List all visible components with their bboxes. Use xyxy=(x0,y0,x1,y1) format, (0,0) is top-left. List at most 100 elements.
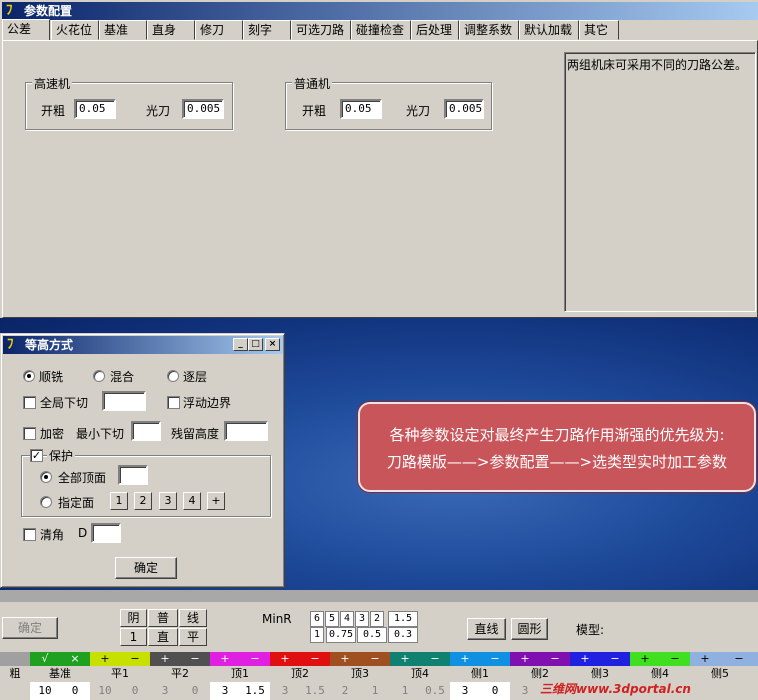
normal-finish-input[interactable]: 0.005 xyxy=(444,99,484,119)
high-speed-finish-input[interactable]: 0.005 xyxy=(182,99,224,119)
strip-minus-1[interactable]: − xyxy=(120,652,150,666)
global-cut-checkbox[interactable] xyxy=(23,396,36,409)
strip-minus-3[interactable]: − xyxy=(240,652,270,666)
strip-plus-6[interactable]: + xyxy=(390,652,420,666)
tab-default-load[interactable]: 默认加载 xyxy=(519,20,579,40)
dialog-ok-button[interactable]: 确定 xyxy=(115,557,177,579)
tab-straight[interactable]: 直身 xyxy=(147,20,195,40)
radio-climb[interactable] xyxy=(23,370,35,382)
mode-1-button[interactable]: 1 xyxy=(120,628,147,646)
radio-all-top[interactable] xyxy=(40,471,52,483)
value-cell[interactable]: 0.5 xyxy=(420,682,450,700)
strip-plus-9[interactable]: + xyxy=(570,652,600,666)
tab-engrave[interactable]: 刻字 xyxy=(243,20,291,40)
face-button-1[interactable]: 1 xyxy=(110,492,128,510)
strip-plus-7[interactable]: + xyxy=(450,652,480,666)
value-cell[interactable]: 3 xyxy=(510,682,540,700)
minr-1[interactable]: 1 xyxy=(310,627,324,643)
clear-corner-checkbox[interactable] xyxy=(23,528,36,541)
tab-collision-check[interactable]: 碰撞检查 xyxy=(351,20,411,40)
line-button[interactable]: 直线 xyxy=(467,618,506,640)
strip-plus-8[interactable]: + xyxy=(510,652,540,666)
radio-layer[interactable] xyxy=(167,370,179,382)
value-cell[interactable]: 0 xyxy=(60,682,90,700)
all-top-input[interactable] xyxy=(118,465,148,485)
mode-straight-button[interactable]: 直 xyxy=(148,628,178,646)
tab-tolerance[interactable]: 公差 xyxy=(2,19,50,41)
face-button-add[interactable]: + xyxy=(207,492,225,510)
circle-button[interactable]: 圆形 xyxy=(511,618,548,640)
face-button-3[interactable]: 3 xyxy=(159,492,177,510)
value-cell[interactable]: 0 xyxy=(480,682,510,700)
strip-plus-4[interactable]: + xyxy=(270,652,300,666)
min-cut-input[interactable] xyxy=(131,421,161,441)
strip-plus-2[interactable]: + xyxy=(150,652,180,666)
strip-cross-icon[interactable]: × xyxy=(60,652,90,666)
d-input[interactable] xyxy=(91,523,121,543)
value-cell[interactable]: 1.5 xyxy=(240,682,270,700)
minr-0-75[interactable]: 0.75 xyxy=(326,627,356,643)
strip-plus-11[interactable]: + xyxy=(690,652,720,666)
strip-minus-10[interactable]: − xyxy=(660,652,690,666)
strip-minus-8[interactable]: − xyxy=(540,652,570,666)
value-cell[interactable]: 1 xyxy=(360,682,390,700)
value-cell[interactable]: 10 xyxy=(90,682,120,700)
minr-1-5[interactable]: 1.5 xyxy=(388,611,418,627)
minr-6[interactable]: 6 xyxy=(310,611,324,627)
strip-minus-5[interactable]: − xyxy=(360,652,390,666)
tab-trim[interactable]: 修刀 xyxy=(195,20,243,40)
densify-checkbox[interactable] xyxy=(23,427,36,440)
bottom-ok-button[interactable]: 确定 xyxy=(2,617,58,639)
tab-datum[interactable]: 基准 xyxy=(99,20,147,40)
strip-minus-11[interactable]: − xyxy=(720,652,758,666)
value-cell[interactable]: 3 xyxy=(450,682,480,700)
value-cell[interactable]: 3 xyxy=(210,682,240,700)
strip-minus-2[interactable]: − xyxy=(180,652,210,666)
tab-post-process[interactable]: 后处理 xyxy=(411,20,459,40)
mode-line-button[interactable]: 线 xyxy=(179,609,207,627)
tab-spark-gap[interactable]: 火花位 xyxy=(51,20,99,40)
residual-input[interactable] xyxy=(224,421,268,441)
minr-0-3[interactable]: 0.3 xyxy=(388,627,418,643)
minr-5[interactable]: 5 xyxy=(325,611,339,627)
minimize-icon[interactable]: _ xyxy=(233,338,248,351)
value-cell[interactable]: 0 xyxy=(180,682,210,700)
normal-rough-input[interactable]: 0.05 xyxy=(340,99,382,119)
value-cell[interactable]: 1.5 xyxy=(300,682,330,700)
strip-plus-10[interactable]: + xyxy=(630,652,660,666)
radio-spec-face[interactable] xyxy=(40,496,52,508)
strip-plus-3[interactable]: + xyxy=(210,652,240,666)
tab-adjust-factor[interactable]: 调整系数 xyxy=(459,20,519,40)
strip-check-icon[interactable]: √ xyxy=(30,652,60,666)
minr-3[interactable]: 3 xyxy=(355,611,369,627)
value-cell[interactable]: 0 xyxy=(120,682,150,700)
strip-minus-4[interactable]: − xyxy=(300,652,330,666)
face-button-4[interactable]: 4 xyxy=(183,492,201,510)
tab-optional-path[interactable]: 可选刀路 xyxy=(291,20,351,40)
radio-mixed[interactable] xyxy=(93,370,105,382)
global-cut-input[interactable] xyxy=(102,391,146,411)
strip-minus-7[interactable]: − xyxy=(480,652,510,666)
value-cell[interactable]: 10 xyxy=(30,682,60,700)
protect-checkbox[interactable]: ✓ xyxy=(30,449,43,462)
strip-minus-9[interactable]: − xyxy=(600,652,630,666)
value-cell[interactable]: 1 xyxy=(390,682,420,700)
value-cell[interactable]: 3 xyxy=(150,682,180,700)
mode-yin-button[interactable]: 阴 xyxy=(120,609,147,627)
minr-2[interactable]: 2 xyxy=(370,611,384,627)
maximize-icon[interactable]: □ xyxy=(248,338,263,351)
value-cell[interactable]: 3 xyxy=(270,682,300,700)
value-cell[interactable]: 2 xyxy=(330,682,360,700)
minr-4[interactable]: 4 xyxy=(340,611,354,627)
mode-flat-button[interactable]: 平 xyxy=(179,628,207,646)
minr-0-5[interactable]: 0.5 xyxy=(357,627,387,643)
face-button-2[interactable]: 2 xyxy=(134,492,152,510)
float-boundary-checkbox[interactable] xyxy=(167,396,180,409)
tab-other[interactable]: 其它 xyxy=(579,20,619,40)
strip-minus-6[interactable]: − xyxy=(420,652,450,666)
close-icon[interactable]: × xyxy=(265,338,280,351)
strip-plus-1[interactable]: + xyxy=(90,652,120,666)
strip-plus-5[interactable]: + xyxy=(330,652,360,666)
high-speed-rough-input[interactable]: 0.05 xyxy=(74,99,116,119)
mode-normal-button[interactable]: 普 xyxy=(148,609,178,627)
